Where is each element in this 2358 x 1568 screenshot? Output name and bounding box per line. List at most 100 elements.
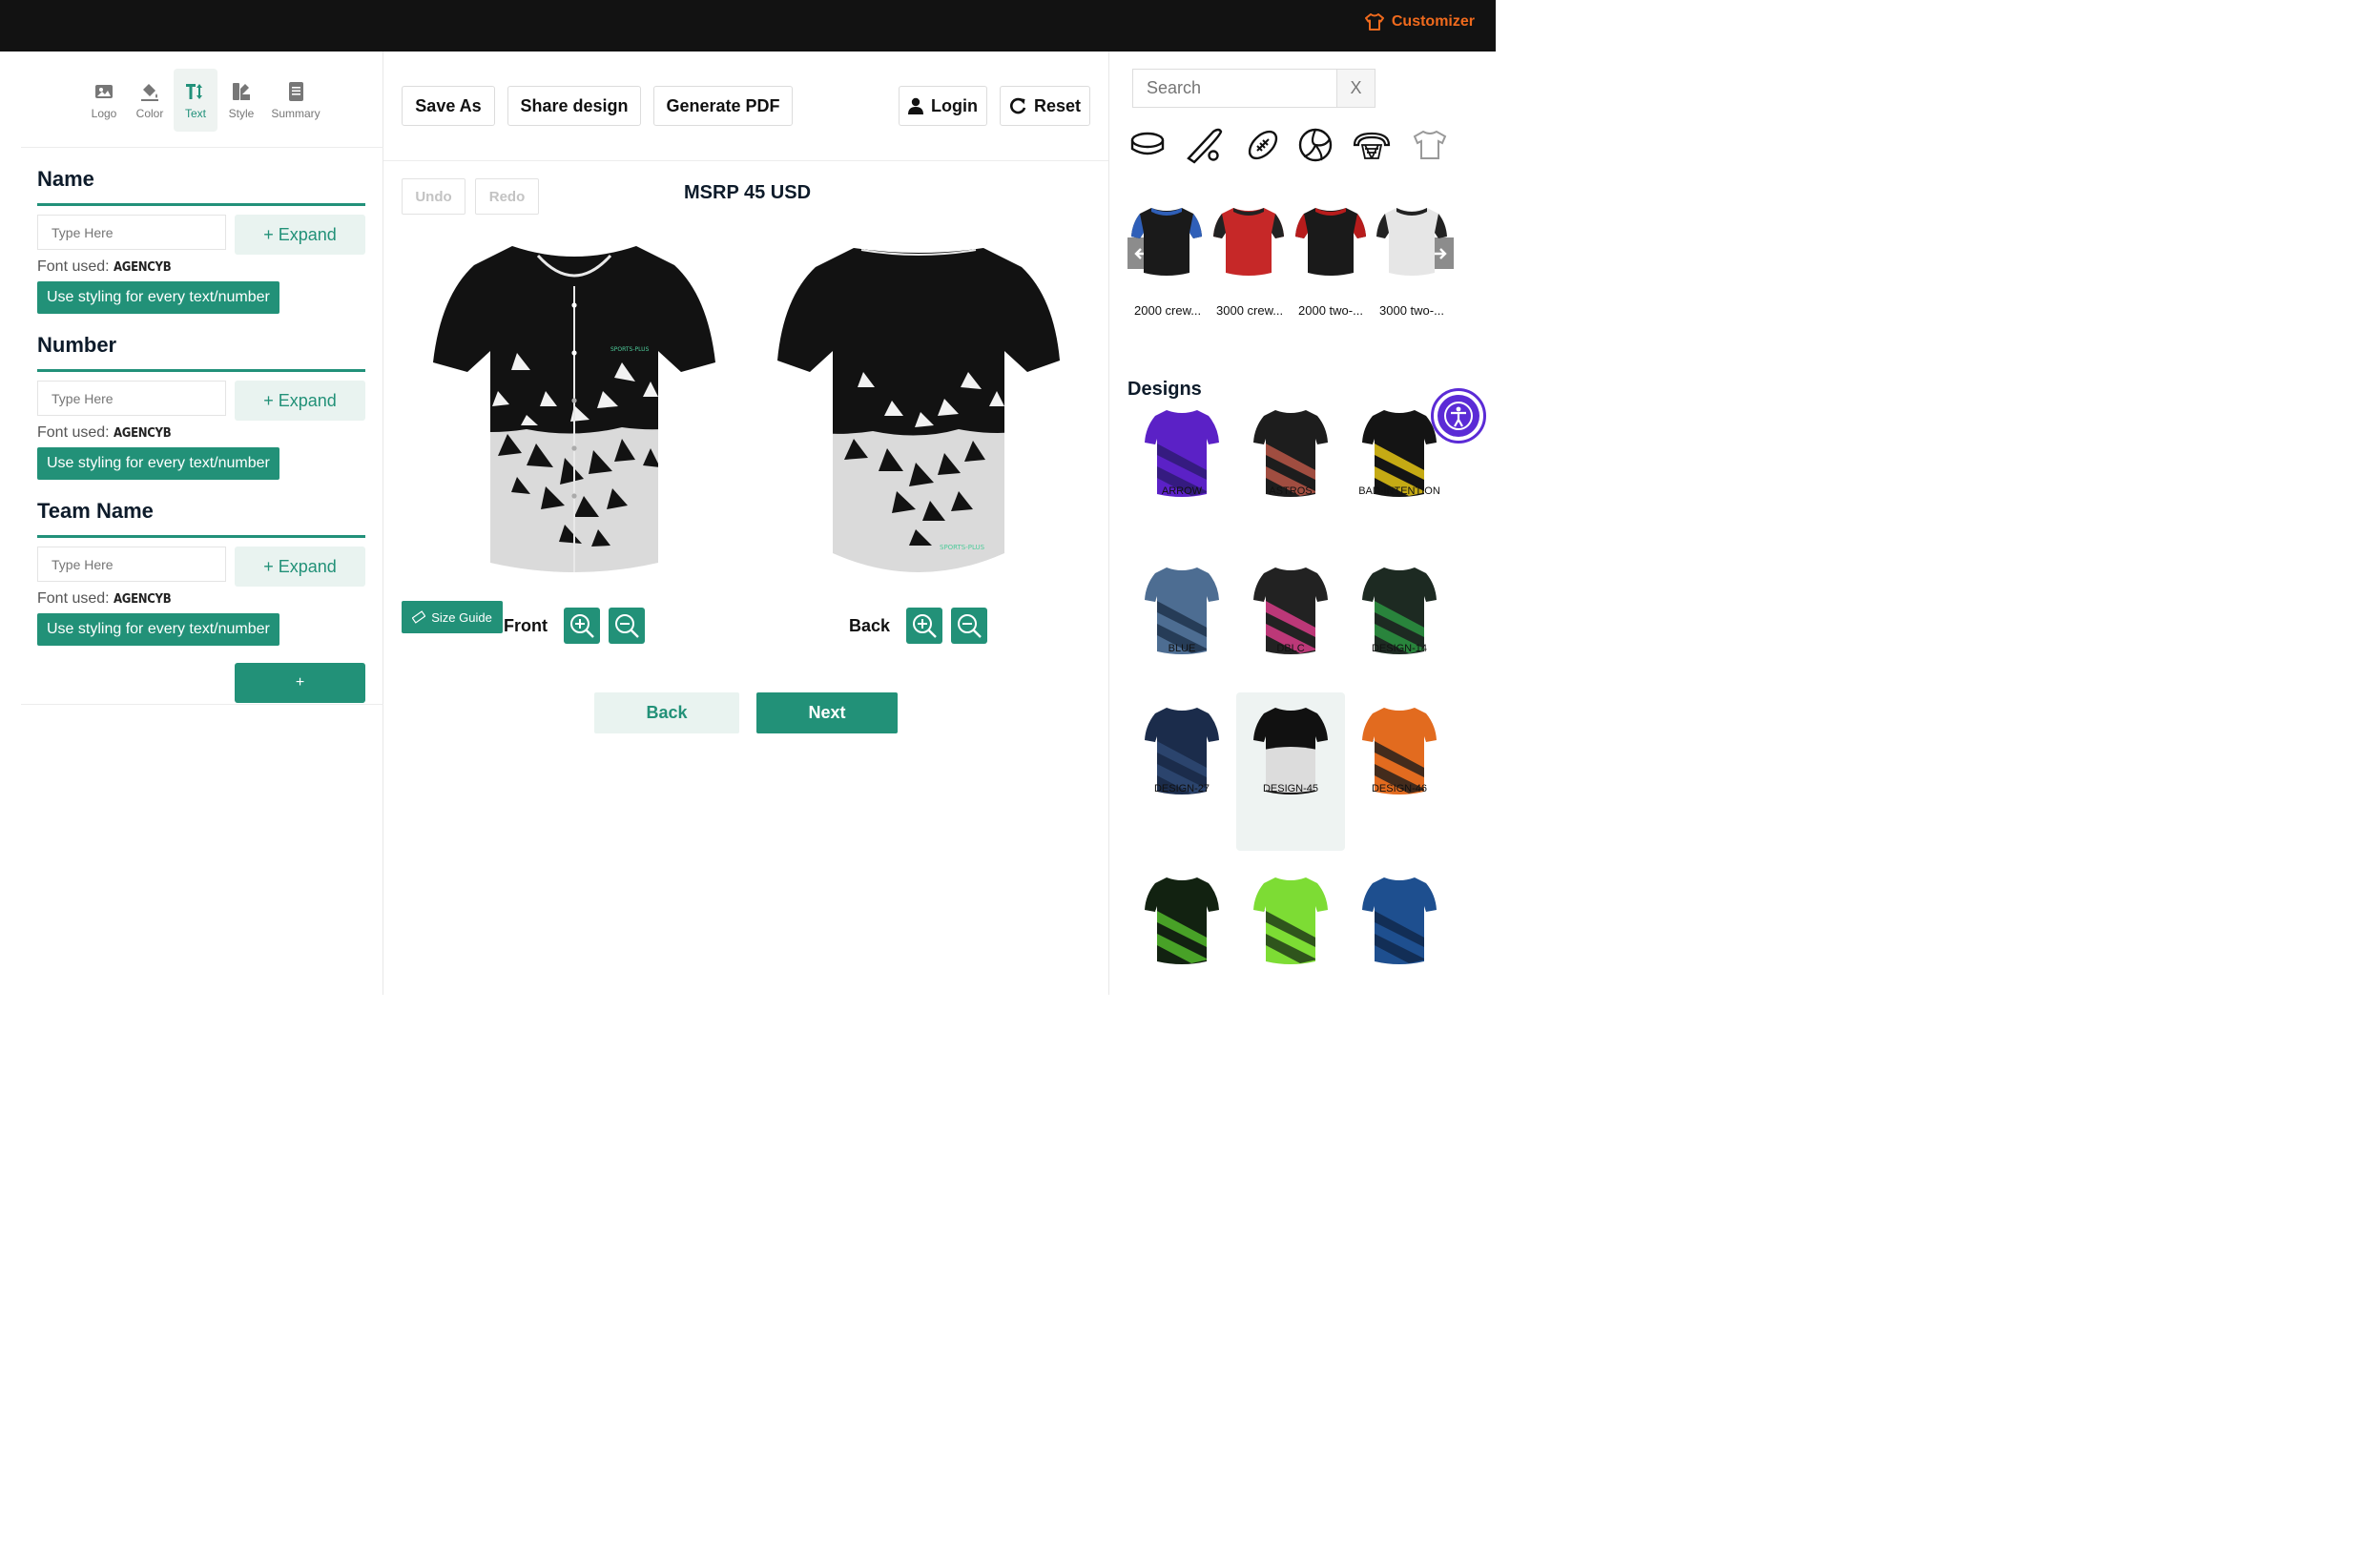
reset-button[interactable]: Reset bbox=[1000, 86, 1090, 126]
expand-button[interactable]: + Expand bbox=[235, 381, 365, 421]
design-card[interactable]: BLUE bbox=[1127, 552, 1236, 711]
front-zoom-in-button[interactable] bbox=[564, 608, 600, 644]
product-label[interactable]: 3000 two-... bbox=[1379, 303, 1456, 318]
tab-color-label: Color bbox=[135, 106, 164, 120]
customizer-brand[interactable]: Customizer bbox=[1364, 13, 1475, 31]
designs-title: Designs bbox=[1127, 379, 1202, 400]
search-input[interactable] bbox=[1132, 69, 1336, 108]
basketball-icon[interactable] bbox=[1353, 126, 1391, 164]
customizer-page: Customizer Logo Color Text Style Summary… bbox=[0, 0, 1496, 995]
volleyball-icon[interactable] bbox=[1296, 126, 1334, 164]
tab-color[interactable]: Color bbox=[128, 69, 172, 132]
jersey-thumbnail bbox=[1376, 208, 1447, 276]
shirt-icon[interactable] bbox=[1411, 126, 1449, 164]
name-section: Name + Expand Font used: AGENCYB Use sty… bbox=[37, 167, 365, 314]
design-card[interactable]: DESIGN-27 bbox=[1127, 692, 1236, 851]
design-card[interactable]: ASTROS bbox=[1236, 404, 1345, 563]
top-bar: Customizer bbox=[0, 0, 1496, 52]
design-label: DESIGN-46 bbox=[1371, 783, 1428, 794]
back-zoom-in-button[interactable] bbox=[906, 608, 942, 644]
expand-button[interactable]: + Expand bbox=[235, 547, 365, 587]
text-size-icon bbox=[186, 83, 202, 99]
team-name-input[interactable] bbox=[37, 547, 226, 582]
jersey-front-preview[interactable]: SPORTS-PLUS bbox=[431, 238, 717, 582]
svg-text:SPORTS-PLUS: SPORTS-PLUS bbox=[940, 544, 985, 551]
product-thumbnail[interactable] bbox=[1130, 202, 1207, 283]
generate-pdf-button[interactable]: Generate PDF bbox=[653, 86, 793, 126]
brand-label: Customizer bbox=[1391, 13, 1475, 30]
use-styling-button[interactable]: Use styling for every text/number bbox=[37, 447, 279, 480]
clear-search-button[interactable]: X bbox=[1336, 69, 1376, 108]
reset-label: Reset bbox=[1033, 95, 1082, 115]
tab-summary[interactable]: Summary bbox=[265, 69, 326, 132]
login-button[interactable]: Login bbox=[899, 86, 987, 126]
design-card[interactable] bbox=[1236, 862, 1345, 1021]
zoom-out-icon bbox=[615, 614, 639, 638]
tab-text-label: Text bbox=[184, 106, 206, 120]
back-label: Back bbox=[849, 616, 891, 635]
football-icon[interactable] bbox=[1244, 126, 1282, 164]
number-section: Number + Expand Font used: AGENCYB Use s… bbox=[37, 333, 365, 480]
right-panel: X 2000 crew...300 bbox=[1109, 52, 1496, 995]
jersey-thumbnail bbox=[1213, 208, 1284, 276]
design-card[interactable]: DESIGN-14 bbox=[1345, 552, 1454, 711]
tab-logo[interactable]: Logo bbox=[82, 69, 126, 132]
next-button[interactable]: Next bbox=[756, 692, 898, 733]
zoom-out-icon bbox=[958, 614, 982, 638]
design-card[interactable]: ARROW bbox=[1127, 404, 1236, 563]
share-design-button[interactable]: Share design bbox=[507, 86, 641, 126]
design-jersey-image bbox=[1253, 877, 1328, 964]
design-label: ARROW bbox=[1161, 485, 1203, 497]
back-button[interactable]: Back bbox=[594, 692, 739, 733]
redo-button[interactable]: Redo bbox=[475, 178, 539, 215]
design-card[interactable]: DESIGN-45 bbox=[1236, 692, 1345, 851]
tab-style[interactable]: Style bbox=[219, 69, 263, 132]
product-label[interactable]: 2000 two-... bbox=[1298, 303, 1375, 318]
hockey-puck-icon[interactable] bbox=[1128, 126, 1167, 164]
front-label: Front bbox=[504, 616, 548, 635]
product-thumbnail[interactable] bbox=[1294, 202, 1371, 283]
ruler-icon bbox=[412, 610, 426, 624]
tab-style-label: Style bbox=[228, 106, 255, 120]
accessibility-button[interactable] bbox=[1431, 388, 1486, 444]
font-used: Font used: AGENCYB bbox=[37, 590, 365, 609]
product-thumbnail[interactable] bbox=[1212, 202, 1289, 283]
back-zoom-out-button[interactable] bbox=[951, 608, 987, 644]
font-used: Font used: AGENCYB bbox=[37, 424, 365, 444]
reset-icon bbox=[1010, 97, 1026, 114]
document-icon bbox=[289, 81, 303, 101]
product-label[interactable]: 2000 crew... bbox=[1134, 303, 1210, 318]
design-jersey-image bbox=[1362, 877, 1437, 964]
font-used-label: Font used: bbox=[37, 258, 114, 275]
product-thumbnail[interactable] bbox=[1376, 202, 1452, 283]
save-as-button[interactable]: Save As bbox=[402, 86, 495, 126]
svg-text:SPORTS-PLUS: SPORTS-PLUS bbox=[610, 346, 650, 353]
jersey-thumbnail bbox=[1131, 208, 1202, 276]
section-rule bbox=[37, 369, 365, 372]
product-label[interactable]: 3000 crew... bbox=[1216, 303, 1293, 318]
design-card[interactable]: DESIGN-46 bbox=[1345, 692, 1454, 851]
tab-logo-label: Logo bbox=[91, 106, 117, 120]
size-guide-button[interactable]: Size Guide bbox=[402, 601, 503, 633]
section-rule bbox=[37, 535, 365, 538]
front-zoom-out-button[interactable] bbox=[609, 608, 645, 644]
design-card[interactable] bbox=[1345, 862, 1454, 1021]
use-styling-button[interactable]: Use styling for every text/number bbox=[37, 613, 279, 646]
use-styling-button[interactable]: Use styling for every text/number bbox=[37, 281, 279, 314]
expand-button[interactable]: + Expand bbox=[235, 215, 365, 255]
add-text-button[interactable]: + bbox=[235, 663, 365, 703]
name-input[interactable] bbox=[37, 215, 226, 250]
jersey-back-preview[interactable]: SPORTS-PLUS bbox=[777, 238, 1060, 582]
design-card[interactable] bbox=[1127, 862, 1236, 1021]
font-name: AGENCYB bbox=[114, 426, 172, 441]
design-card[interactable]: DBLC bbox=[1236, 552, 1345, 711]
baseball-icon[interactable] bbox=[1185, 126, 1223, 164]
number-input[interactable] bbox=[37, 381, 226, 416]
team-name-section: Team Name + Expand Font used: AGENCYB Us… bbox=[37, 499, 365, 646]
left-panel: Logo Color Text Style Summary Name Type … bbox=[0, 52, 383, 995]
paint-bucket-icon bbox=[141, 83, 158, 101]
undo-button[interactable]: Undo bbox=[402, 178, 465, 215]
image-icon bbox=[95, 84, 113, 98]
tab-text[interactable]: Text bbox=[174, 69, 217, 132]
zoom-in-icon bbox=[913, 614, 937, 638]
